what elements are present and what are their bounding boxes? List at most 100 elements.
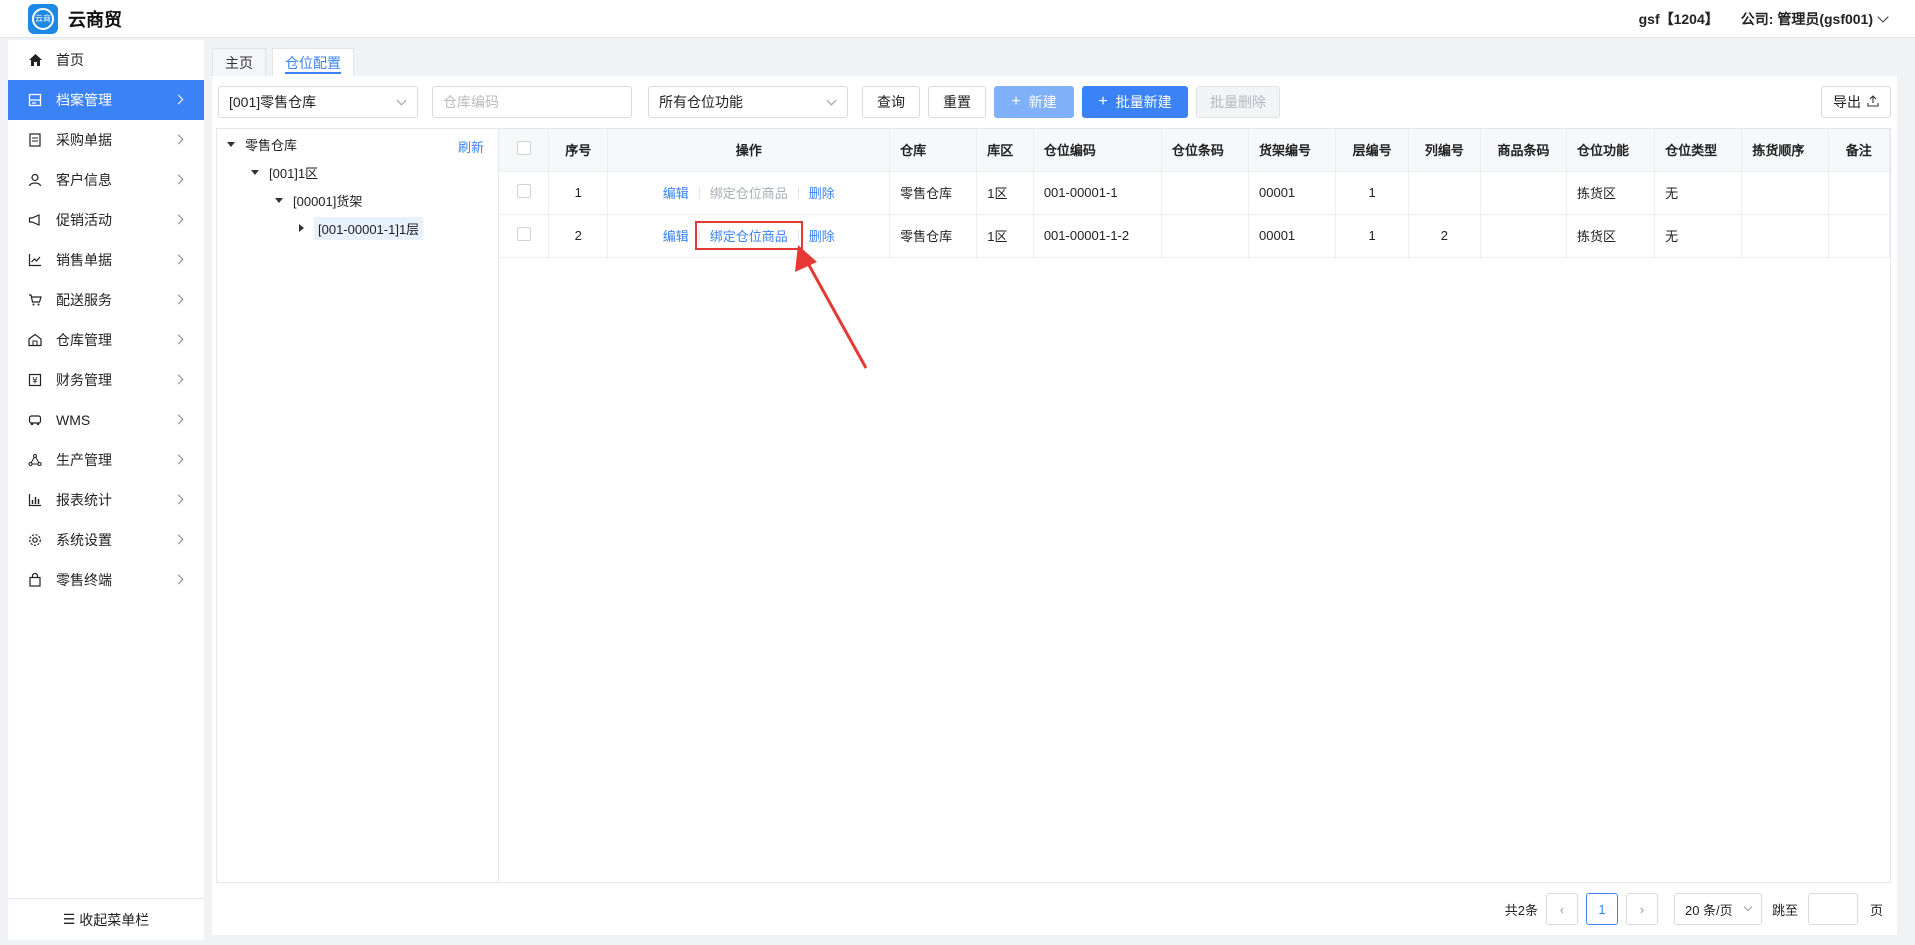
row-index: 1 bbox=[548, 171, 609, 215]
batch-new-button[interactable]: + 批量新建 bbox=[1082, 86, 1188, 118]
sidebar-item-warehouse[interactable]: 仓库管理 bbox=[8, 320, 204, 360]
cell-goods-barcode bbox=[1480, 171, 1568, 215]
column-header: 仓位条码 bbox=[1161, 129, 1250, 172]
page-suffix: 页 bbox=[1869, 902, 1883, 918]
tree-node-zone[interactable]: [001]1区 bbox=[251, 161, 318, 183]
sidebar-item-label: 配送服务 bbox=[56, 292, 112, 308]
jump-page-input[interactable] bbox=[1807, 893, 1858, 925]
cell-shelf-no: 00001 bbox=[1248, 214, 1337, 258]
next-page-button[interactable]: › bbox=[1625, 893, 1658, 925]
batch-delete-button[interactable]: 批量删除 bbox=[1196, 86, 1280, 118]
archive-icon bbox=[26, 91, 44, 109]
tree-node-warehouse[interactable]: 零售仓库 bbox=[227, 133, 297, 155]
sidebar-item-label: 仓库管理 bbox=[56, 332, 112, 348]
sales-chart-icon bbox=[26, 251, 44, 269]
new-button[interactable]: + 新建 bbox=[994, 86, 1074, 118]
caret-down-icon[interactable] bbox=[251, 169, 259, 175]
caret-right-icon[interactable] bbox=[299, 224, 304, 232]
tab-location-config[interactable]: 仓位配置 bbox=[272, 48, 354, 76]
purchase-icon bbox=[26, 131, 44, 149]
gear-icon bbox=[26, 531, 44, 549]
chevron-right-icon bbox=[173, 134, 184, 145]
tree-node-label: [00001]货架 bbox=[293, 193, 363, 209]
row-checkbox[interactable] bbox=[516, 227, 531, 241]
chevron-down-icon bbox=[826, 95, 837, 106]
tab-home[interactable]: 主页 bbox=[212, 48, 266, 76]
warehouse-code-input[interactable]: 仓库编码 bbox=[432, 86, 632, 118]
cell-location-code: 001-00001-1-2 bbox=[1033, 214, 1162, 258]
page-number-button[interactable]: 1 bbox=[1585, 893, 1618, 925]
sidebar-item-wms[interactable]: WMS bbox=[8, 400, 204, 440]
collapse-label: 收起菜单栏 bbox=[79, 911, 150, 928]
sidebar-item-label: 客户信息 bbox=[56, 172, 112, 188]
company-label: 公司: 管理员(gsf001) bbox=[1740, 11, 1873, 27]
tree-node-label: 零售仓库 bbox=[245, 137, 298, 153]
prev-page-button[interactable]: ‹ bbox=[1545, 893, 1578, 925]
sidebar-item-finance[interactable]: ¥ 财务管理 bbox=[8, 360, 204, 400]
cell-shelf-no: 00001 bbox=[1248, 171, 1337, 215]
cell-remark bbox=[1828, 171, 1891, 215]
bind-goods-link[interactable]: 绑定仓位商品 bbox=[700, 183, 798, 202]
bind-goods-link-highlighted[interactable]: 绑定仓位商品 bbox=[694, 221, 803, 250]
row-index: 2 bbox=[548, 214, 609, 258]
sidebar-item-purchase[interactable]: 采购单据 bbox=[8, 120, 204, 160]
export-button[interactable]: 导出 bbox=[1821, 86, 1891, 118]
sidebar-item-sales[interactable]: 销售单据 bbox=[8, 240, 204, 280]
column-header: 列编号 bbox=[1408, 129, 1481, 172]
select-all-checkbox[interactable] bbox=[516, 141, 531, 156]
sidebar-item-delivery[interactable]: 配送服务 bbox=[8, 280, 204, 320]
row-actions: 编辑 绑定仓位商品 删除 bbox=[607, 214, 891, 258]
chevron-right-icon bbox=[173, 454, 184, 465]
delete-link[interactable]: 删除 bbox=[799, 226, 845, 245]
query-button[interactable]: 查询 bbox=[862, 86, 920, 118]
delete-link[interactable]: 删除 bbox=[799, 183, 845, 202]
jump-label: 跳至 bbox=[1771, 902, 1798, 918]
tree-node-layer[interactable]: [001-00001-1]1层 bbox=[299, 216, 424, 240]
tree-node-label: [001]1区 bbox=[269, 165, 319, 181]
tree-node-shelf[interactable]: [00001]货架 bbox=[275, 189, 362, 211]
sidebar-item-reports[interactable]: 报表统计 bbox=[8, 480, 204, 520]
chevron-down-icon[interactable] bbox=[1877, 11, 1889, 23]
caret-down-icon[interactable] bbox=[227, 141, 235, 147]
cell-location-code: 001-00001-1 bbox=[1033, 171, 1162, 215]
user-icon bbox=[26, 171, 44, 189]
table-row: 2 编辑 绑定仓位商品 删除 零售仓库 1区 001-00001-1-2 000… bbox=[499, 214, 1891, 258]
pagination: 共2条 ‹ 1 › 20 条/页 跳至 页 bbox=[1505, 893, 1883, 925]
edit-link[interactable]: 编辑 bbox=[653, 226, 699, 245]
sidebar-item-label: 档案管理 bbox=[56, 92, 112, 108]
user-label: gsf【1204】 bbox=[1638, 11, 1719, 27]
sidebar-item-retail[interactable]: 零售终端 bbox=[8, 560, 204, 600]
sidebar-item-customer[interactable]: 客户信息 bbox=[8, 160, 204, 200]
app-title: 云商贸 bbox=[68, 9, 122, 30]
sidebar-item-home[interactable]: 首页 bbox=[8, 40, 204, 80]
sidebar-item-archive[interactable]: 档案管理 bbox=[8, 80, 204, 120]
sidebar-item-production[interactable]: 生产管理 bbox=[8, 440, 204, 480]
chevron-right-icon bbox=[173, 494, 184, 505]
reset-button[interactable]: 重置 bbox=[928, 86, 986, 118]
sidebar-item-label: 首页 bbox=[56, 52, 84, 68]
collapse-menu-button[interactable]: ☰ 收起菜单栏 bbox=[8, 898, 204, 940]
cell-location-barcode bbox=[1161, 214, 1250, 258]
sidebar-item-settings[interactable]: 系统设置 bbox=[8, 520, 204, 560]
caret-down-icon[interactable] bbox=[275, 197, 283, 203]
function-select[interactable]: 所有仓位功能 bbox=[648, 86, 848, 118]
edit-link[interactable]: 编辑 bbox=[653, 183, 699, 202]
sidebar-item-label: 采购单据 bbox=[56, 132, 112, 148]
warehouse-select[interactable]: [001]零售仓库 bbox=[218, 86, 418, 118]
warehouse-select-value: [001]零售仓库 bbox=[229, 94, 317, 110]
sidebar-item-promotion[interactable]: 促销活动 bbox=[8, 200, 204, 240]
cell-remark bbox=[1828, 214, 1891, 258]
top-bar: 云商 云商贸 gsf【1204】 公司: 管理员(gsf001) bbox=[0, 0, 1915, 38]
page-size-select[interactable]: 20 条/页 bbox=[1673, 893, 1762, 925]
app-logo: 云商 bbox=[28, 3, 58, 34]
sidebar-item-label: 生产管理 bbox=[56, 452, 112, 468]
cell-layer-no: 1 bbox=[1335, 171, 1409, 215]
finance-icon: ¥ bbox=[26, 371, 44, 389]
truck-icon bbox=[26, 411, 44, 429]
refresh-link[interactable]: 刷新 bbox=[458, 137, 484, 156]
home-icon bbox=[26, 51, 44, 69]
row-checkbox[interactable] bbox=[516, 184, 531, 198]
user-area[interactable]: gsf【1204】 公司: 管理员(gsf001) bbox=[1638, 0, 1889, 38]
new-button-label: 新建 bbox=[1028, 94, 1057, 110]
row-select-cell bbox=[499, 171, 550, 215]
